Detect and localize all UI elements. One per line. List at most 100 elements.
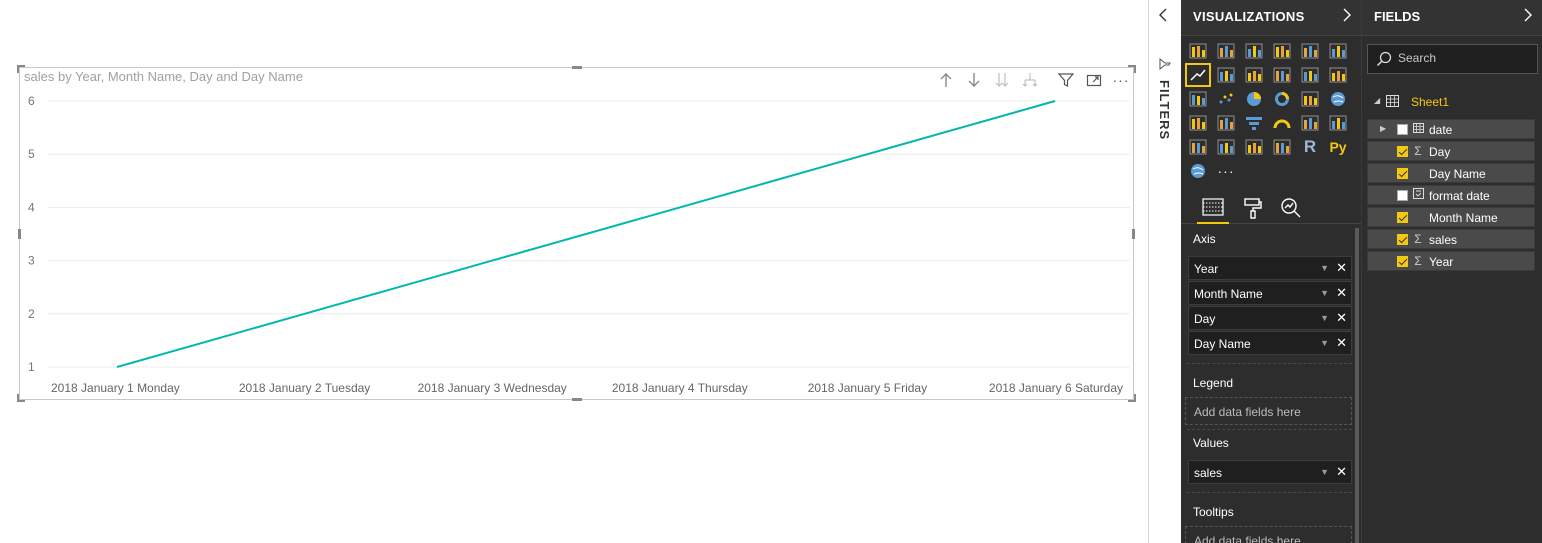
table-icon: [1412, 122, 1424, 136]
field-checkbox[interactable]: [1397, 168, 1408, 179]
more-options-icon[interactable]: ···: [1112, 72, 1130, 88]
treemap-icon[interactable]: [1298, 88, 1322, 110]
multi-row-card-icon[interactable]: [1326, 112, 1350, 134]
table-visual-icon[interactable]: [1242, 136, 1266, 158]
chevron-right-icon[interactable]: [1341, 7, 1353, 28]
fields-tab-icon[interactable]: [1197, 192, 1229, 224]
ribbon-chart-icon[interactable]: [1326, 64, 1350, 86]
pie-chart-icon[interactable]: [1242, 88, 1266, 110]
resize-handle[interactable]: [1134, 394, 1136, 402]
line-column-chart-icon[interactable]: [1270, 64, 1294, 86]
field-checkbox[interactable]: [1397, 190, 1408, 201]
gauge-icon[interactable]: [1270, 112, 1294, 134]
data-point[interactable]: [1052, 98, 1058, 104]
resize-handle[interactable]: [17, 394, 19, 402]
100-stacked-column-chart-icon[interactable]: [1326, 40, 1350, 62]
values-field-well[interactable]: sales ▼ ✕: [1188, 460, 1352, 484]
tooltips-dropzone[interactable]: Add data fields here: [1185, 526, 1352, 543]
more-visuals-icon[interactable]: ···: [1214, 160, 1238, 182]
data-point[interactable]: [302, 311, 308, 317]
data-point[interactable]: [677, 204, 683, 210]
scrollbar[interactable]: [1355, 228, 1359, 543]
field-item-sales[interactable]: Σsales: [1367, 229, 1535, 249]
axis-field-well[interactable]: Month Name ▼ ✕: [1188, 281, 1352, 305]
matrix-icon[interactable]: [1270, 136, 1294, 158]
resize-handle[interactable]: [1134, 65, 1136, 73]
slicer-icon[interactable]: [1214, 136, 1238, 158]
arcgis-map-icon[interactable]: [1186, 160, 1210, 182]
visualizations-title: VISUALIZATIONS: [1193, 9, 1305, 24]
dropdown-arrow-icon[interactable]: ▼: [1320, 467, 1329, 477]
series-line[interactable]: [116, 100, 1056, 368]
field-checkbox[interactable]: [1397, 256, 1408, 267]
expand-triangle-icon[interactable]: ▶: [1380, 124, 1386, 133]
filters-rail[interactable]: FILTERS: [1148, 0, 1181, 543]
remove-field-icon[interactable]: ✕: [1336, 335, 1347, 351]
filters-label[interactable]: FILTERS: [1157, 80, 1172, 140]
go-to-next-level-icon[interactable]: [993, 72, 1011, 88]
donut-chart-icon[interactable]: [1270, 88, 1294, 110]
clustered-bar-chart-icon[interactable]: [1242, 40, 1266, 62]
field-item-date[interactable]: ▶ date: [1367, 119, 1535, 139]
stacked-area-chart-icon[interactable]: [1242, 64, 1266, 86]
dropdown-arrow-icon[interactable]: ▼: [1320, 263, 1329, 273]
remove-field-icon[interactable]: ✕: [1336, 310, 1347, 326]
filled-map-icon[interactable]: [1186, 112, 1210, 134]
card-icon[interactable]: [1298, 112, 1322, 134]
resize-handle[interactable]: [17, 65, 19, 73]
focus-mode-icon[interactable]: [1085, 72, 1103, 88]
field-item-day[interactable]: Σ Day: [1367, 141, 1535, 161]
axis-field-well[interactable]: Day ▼ ✕: [1188, 306, 1352, 330]
viz-tabs: [1181, 188, 1361, 224]
remove-field-icon[interactable]: ✕: [1336, 464, 1347, 480]
chevron-right-icon[interactable]: [1522, 7, 1534, 28]
axis-field-well[interactable]: Day Name ▼ ✕: [1188, 331, 1352, 355]
scatter-chart-icon[interactable]: [1214, 88, 1238, 110]
collapse-triangle-icon[interactable]: ◢: [1374, 96, 1380, 105]
data-point[interactable]: [114, 364, 120, 370]
data-point[interactable]: [864, 151, 870, 157]
y-tick-label: 5: [28, 147, 35, 161]
python-script-icon[interactable]: Py: [1326, 136, 1350, 158]
stacked-column-chart-icon[interactable]: [1214, 40, 1238, 62]
kpi-icon[interactable]: [1186, 136, 1210, 158]
chevron-left-icon[interactable]: [1157, 7, 1169, 28]
waterfall-chart-icon[interactable]: [1186, 88, 1210, 110]
remove-field-icon[interactable]: ✕: [1336, 285, 1347, 301]
funnel-icon[interactable]: [1242, 112, 1266, 134]
remove-field-icon[interactable]: ✕: [1336, 260, 1347, 276]
field-item-month-name[interactable]: Month Name: [1367, 207, 1535, 227]
data-point[interactable]: [489, 258, 495, 264]
legend-dropzone[interactable]: Add data fields here: [1185, 397, 1352, 425]
100-stacked-bar-chart-icon[interactable]: [1298, 40, 1322, 62]
field-item-day-name[interactable]: Day Name: [1367, 163, 1535, 183]
expand-hierarchy-icon[interactable]: [1021, 72, 1039, 88]
search-input[interactable]: [1398, 51, 1533, 65]
drill-down-icon[interactable]: [965, 72, 983, 88]
line-chart-icon[interactable]: [1185, 63, 1211, 87]
field-checkbox[interactable]: [1397, 146, 1408, 157]
dropdown-arrow-icon[interactable]: ▼: [1320, 313, 1329, 323]
report-canvas[interactable]: 1 2 3 4 5 6 2018 January 1 Monday 2018 January …: [0, 0, 1148, 543]
line-stacked-column-chart-icon[interactable]: [1298, 64, 1322, 86]
drill-up-icon[interactable]: [937, 72, 955, 88]
dropdown-arrow-icon[interactable]: ▼: [1320, 338, 1329, 348]
filter-icon[interactable]: [1057, 72, 1075, 88]
field-checkbox[interactable]: [1397, 234, 1408, 245]
search-box[interactable]: [1367, 44, 1538, 74]
shape-map-icon[interactable]: [1214, 112, 1238, 134]
field-checkbox[interactable]: [1397, 212, 1408, 223]
area-chart-icon[interactable]: [1214, 64, 1238, 86]
format-paint-roller-icon[interactable]: [1237, 192, 1269, 224]
field-checkbox[interactable]: [1397, 124, 1408, 135]
analytics-magnifier-icon[interactable]: [1275, 192, 1307, 224]
clustered-column-chart-icon[interactable]: [1270, 40, 1294, 62]
line-chart-visual[interactable]: 1 2 3 4 5 6 2018 January 1 Monday 2018 January …: [17, 65, 1136, 402]
field-item-format-date[interactable]: format date: [1367, 185, 1535, 205]
stacked-bar-chart-icon[interactable]: [1186, 40, 1210, 62]
dropdown-arrow-icon[interactable]: ▼: [1320, 288, 1329, 298]
axis-field-well[interactable]: Year ▼ ✕: [1188, 256, 1352, 280]
map-icon[interactable]: [1326, 88, 1350, 110]
r-script-icon[interactable]: R: [1298, 136, 1322, 158]
field-item-year[interactable]: Σ Year: [1367, 251, 1535, 271]
